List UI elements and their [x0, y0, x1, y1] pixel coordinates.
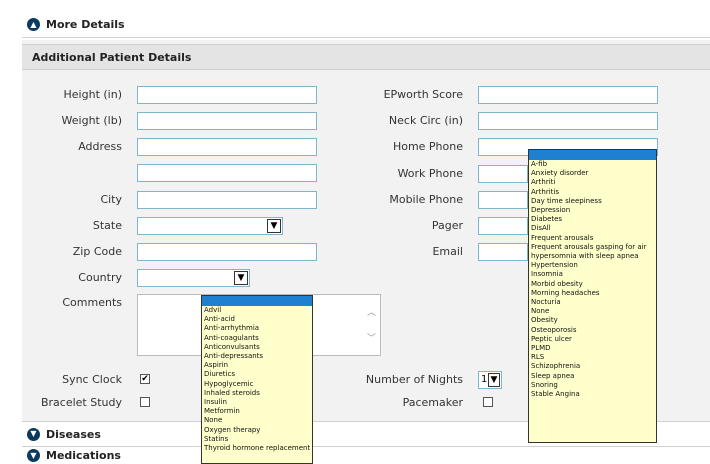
state-label: State — [92, 219, 122, 232]
zip-label: Zip Code — [72, 245, 122, 258]
list-item[interactable]: DisAll — [529, 224, 656, 233]
list-item[interactable]: Anti-coagulants — [202, 334, 312, 343]
neck-label: Neck Circ (in) — [388, 114, 463, 127]
expand-icon[interactable]: ▼ — [27, 427, 40, 441]
list-item[interactable]: Day time sleepiness — [529, 197, 656, 206]
list-item[interactable]: Anti-depressants — [202, 352, 312, 361]
list-item[interactable]: Anti-arrhythmia — [202, 324, 312, 333]
nights-label: Number of Nights — [365, 373, 463, 386]
list-item[interactable]: Thyroid hormone replacement — [202, 444, 312, 453]
list-item[interactable]: Arthritis — [529, 188, 656, 197]
list-item[interactable]: A-fib — [529, 160, 656, 169]
chevron-down-icon[interactable]: ▼ — [267, 219, 281, 233]
diseases-listbox[interactable]: A-fib Anxiety disorder Arthriti Arthritis Da… — [528, 149, 657, 443]
list-item[interactable]: Osteoporosis — [529, 326, 656, 335]
list-item[interactable]: Diabetes — [529, 215, 656, 224]
weight-input[interactable] — [137, 112, 317, 130]
pager-label: Pager — [431, 219, 463, 232]
additional-details-title: Additional Patient Details — [22, 44, 710, 70]
sync-clock-checkbox[interactable]: ✔ — [140, 374, 150, 384]
list-item[interactable]: Arthriti — [529, 178, 656, 187]
list-item[interactable]: Stable Angina — [529, 390, 656, 399]
list-item[interactable]: Morning headaches — [529, 289, 656, 298]
epworth-label: EPworth Score — [383, 88, 463, 101]
weight-label: Weight (lb) — [61, 114, 122, 127]
list-item[interactable]: RLS — [529, 353, 656, 362]
height-label: Height (in) — [63, 88, 122, 101]
list-item[interactable]: Depression — [529, 206, 656, 215]
more-details-title: More Details — [46, 18, 125, 31]
list-item[interactable]: Frequent arousals — [529, 234, 656, 243]
mobile-phone-label: Mobile Phone — [389, 193, 463, 206]
medications-title: Medications — [46, 449, 121, 462]
collapse-icon[interactable]: ▲ — [27, 18, 40, 31]
address-label: Address — [78, 140, 122, 153]
nights-value: 1 — [481, 374, 488, 385]
list-item[interactable]: Inhaled steroids — [202, 389, 312, 398]
list-item[interactable]: Morbid obesity — [529, 280, 656, 289]
height-input[interactable] — [137, 86, 317, 104]
diseases-title: Diseases — [46, 427, 101, 441]
chevron-down-icon[interactable]: ▼ — [234, 271, 248, 285]
list-item[interactable]: Hypoglycemic — [202, 380, 312, 389]
nights-select[interactable]: 1 ▼ — [478, 371, 502, 389]
comments-label: Comments — [62, 296, 122, 309]
neck-input[interactable] — [478, 112, 658, 130]
address-input-2[interactable] — [137, 164, 317, 182]
country-label: Country — [78, 271, 122, 284]
list-item[interactable]: Aspirin — [202, 361, 312, 370]
list-item[interactable]: Anti-acid — [202, 315, 312, 324]
expand-icon[interactable]: ▼ — [27, 449, 40, 462]
scroll-down-icon[interactable]: ﹀ — [367, 331, 376, 344]
home-phone-label: Home Phone — [392, 140, 463, 153]
email-label: Email — [432, 245, 463, 258]
list-item[interactable]: Oxygen therapy — [202, 426, 312, 435]
list-item[interactable]: Frequent arousals gasping for air — [529, 243, 656, 252]
work-phone-label: Work Phone — [397, 167, 463, 180]
pacemaker-checkbox[interactable] — [483, 397, 493, 407]
bracelet-study-label: Bracelet Study — [40, 396, 122, 409]
mobile-phone-input[interactable] — [478, 191, 528, 209]
list-item[interactable]: Metformin — [202, 407, 312, 416]
list-item[interactable]: hypersomnia with sleep apnea — [529, 252, 656, 261]
city-input[interactable] — [137, 191, 317, 209]
country-select[interactable]: ▼ — [137, 269, 250, 287]
list-item[interactable]: Schizophrenia — [529, 362, 656, 371]
medications-listbox[interactable]: Advil Anti-acid Anti-arrhythmia Anti-coagul… — [201, 295, 313, 464]
pacemaker-label: Pacemaker — [402, 396, 463, 409]
list-item[interactable]: Snoring — [529, 381, 656, 390]
listbox-highlight — [202, 296, 312, 306]
more-details-header[interactable]: ▲ More Details — [22, 12, 710, 38]
list-item[interactable]: Diuretics — [202, 370, 312, 379]
scroll-up-icon[interactable]: ︿ — [367, 305, 376, 318]
sync-clock-label: Sync Clock — [62, 373, 122, 386]
list-item[interactable]: Obesity — [529, 316, 656, 325]
list-item[interactable]: Anticonvulsants — [202, 343, 312, 352]
address-input-1[interactable] — [137, 138, 317, 156]
epworth-input[interactable] — [478, 86, 658, 104]
list-item[interactable]: PLMD — [529, 344, 656, 353]
medications-header[interactable]: ▼ Medications — [22, 447, 710, 464]
patient-details-page: ▲ More Details Additional Patient Detail… — [0, 0, 710, 464]
bracelet-study-checkbox[interactable] — [140, 397, 150, 407]
listbox-highlight — [529, 150, 656, 160]
list-item[interactable]: Nocturia — [529, 298, 656, 307]
list-item[interactable]: Insulin — [202, 398, 312, 407]
list-item[interactable]: Hypertension — [529, 261, 656, 270]
work-phone-input[interactable] — [478, 165, 528, 183]
list-item[interactable]: Anxiety disorder — [529, 169, 656, 178]
chevron-down-icon[interactable]: ▼ — [488, 373, 500, 387]
city-label: City — [100, 193, 122, 206]
list-item[interactable]: None — [202, 416, 312, 425]
email-input[interactable] — [478, 243, 528, 261]
list-item[interactable]: Sleep apnea — [529, 372, 656, 381]
list-item[interactable]: Advil — [202, 306, 312, 315]
state-select[interactable]: ▼ — [137, 217, 283, 235]
list-item[interactable]: Statins — [202, 435, 312, 444]
zip-input[interactable] — [137, 243, 317, 261]
list-item[interactable]: Peptic ulcer — [529, 335, 656, 344]
list-item[interactable]: Insomnia — [529, 270, 656, 279]
list-item[interactable]: None — [529, 307, 656, 316]
pager-input[interactable] — [478, 217, 528, 235]
